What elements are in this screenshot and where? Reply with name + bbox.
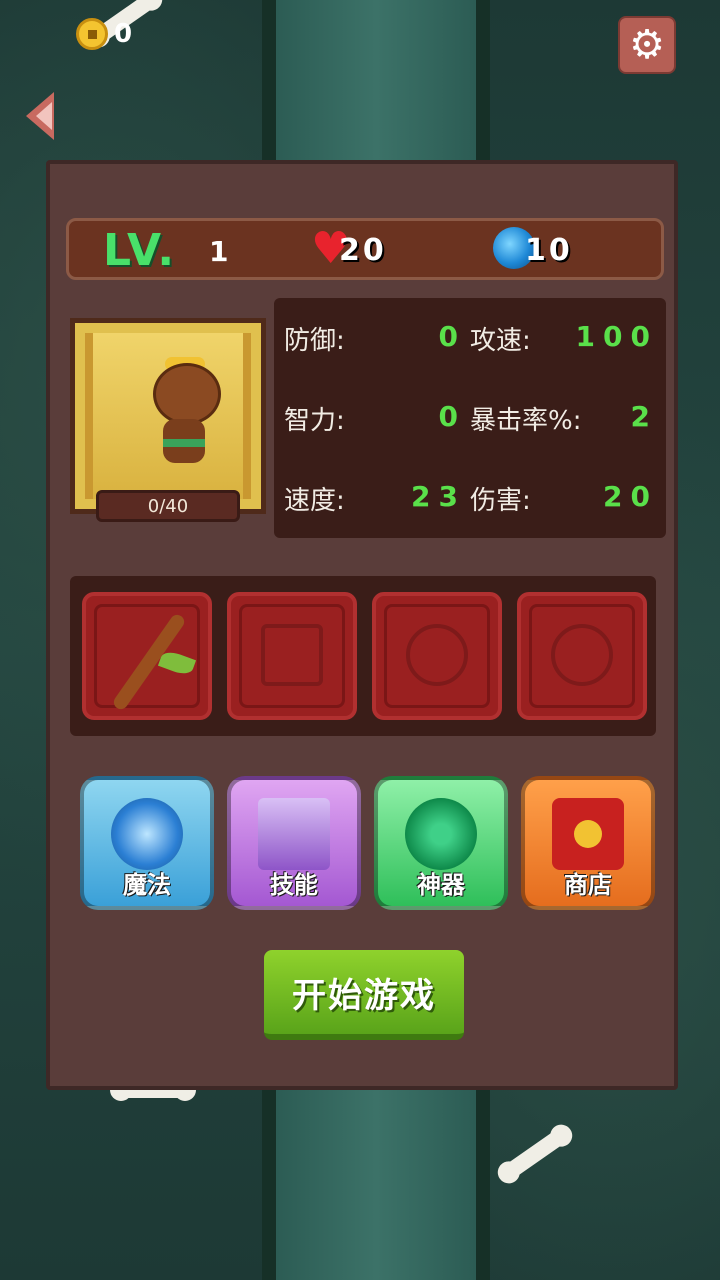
character-portrait [70, 318, 266, 514]
armor-empty-icon [261, 624, 323, 686]
settings-button[interactable]: ⚙ [618, 16, 676, 74]
level-value: 1 [209, 235, 229, 268]
artifact-label: 神器 [417, 871, 465, 899]
mana-value: 10 [525, 233, 573, 268]
damage-value: 20 [603, 480, 658, 513]
level-label: LV. [103, 225, 177, 276]
xp-bar: 0/40 [96, 490, 240, 522]
skill-label: 技能 [270, 871, 318, 899]
intelligence-label: 智力: [284, 406, 345, 436]
character-panel: LV. 1 ♥ 20 10 0/40 防御: 0 攻速: 100 智力: 0 暴… [46, 160, 678, 1090]
crit-value: 2 [630, 400, 658, 433]
equipment-slot-accessory-1[interactable] [372, 592, 502, 720]
monkey-hero-avatar [143, 357, 223, 483]
defense-label: 防御: [284, 326, 345, 356]
shop-label: 商店 [564, 871, 612, 899]
artifact-button[interactable]: 神器 [374, 776, 508, 910]
accessory-empty-icon [551, 624, 613, 686]
bone-decoration [501, 1127, 569, 1181]
damage-label: 伤害: [470, 486, 531, 516]
status-bar: LV. 1 ♥ 20 10 [66, 218, 664, 280]
defense-value: 0 [438, 320, 466, 353]
magic-swirl-icon [111, 798, 183, 870]
back-button[interactable] [26, 92, 54, 140]
shop-button[interactable]: 商店 [521, 776, 655, 910]
start-game-button[interactable]: 开始游戏 [264, 950, 464, 1040]
equipment-slot-weapon[interactable] [82, 592, 212, 720]
coin-count: 0 [114, 19, 133, 49]
accessory-empty-icon [406, 624, 468, 686]
skill-button[interactable]: 技能 [227, 776, 361, 910]
hp-value: 20 [339, 233, 387, 268]
magic-label: 魔法 [123, 871, 171, 899]
magic-button[interactable]: 魔法 [80, 776, 214, 910]
gear-icon: ⚙ [629, 22, 665, 68]
crit-label: 暴击率%: [470, 406, 582, 436]
shop-icon [552, 798, 624, 870]
stats-panel: 防御: 0 攻速: 100 智力: 0 暴击率%: 2 速度: 23 伤害: 2… [274, 298, 666, 538]
attack-speed-value: 100 [575, 320, 658, 353]
equipment-slot-armor[interactable] [227, 592, 357, 720]
coin-icon [76, 18, 108, 50]
attack-speed-label: 攻速: [470, 326, 531, 356]
coin-counter: 0 [76, 18, 132, 50]
scroll-icon [258, 798, 330, 870]
equipment-row [70, 576, 656, 736]
intelligence-value: 0 [438, 400, 466, 433]
speed-value: 23 [411, 480, 466, 513]
equipment-slot-accessory-2[interactable] [517, 592, 647, 720]
jade-dragon-icon [405, 798, 477, 870]
speed-label: 速度: [284, 486, 345, 516]
